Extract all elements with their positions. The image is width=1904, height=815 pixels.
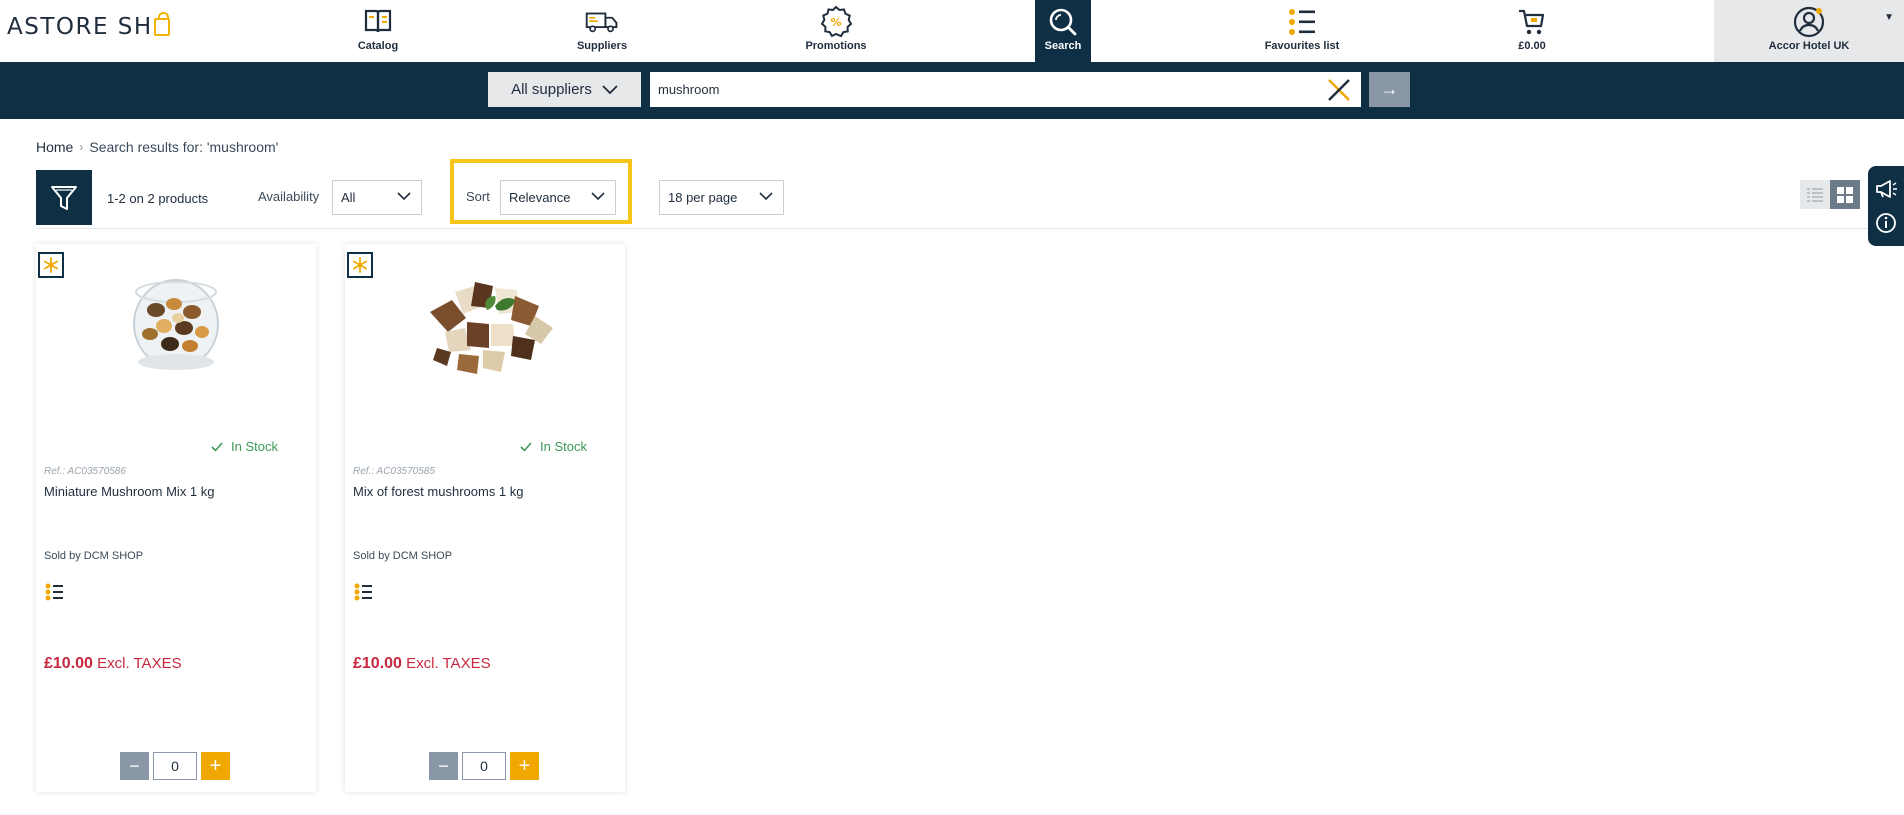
nav-catalog-label: Catalog <box>357 40 399 52</box>
toolbar-divider <box>36 228 1869 229</box>
product-ref: Ref.: AC03570585 <box>353 466 435 477</box>
list-view-icon <box>1807 187 1823 202</box>
search-input[interactable] <box>650 72 1361 107</box>
quantity-input[interactable] <box>462 752 506 780</box>
nav-catalog[interactable]: Catalog <box>338 0 418 62</box>
cart-icon <box>1515 5 1549 39</box>
info-icon[interactable] <box>1875 212 1897 234</box>
frozen-snowflake-icon <box>347 252 373 278</box>
product-card[interactable]: In Stock Ref.: AC03570585 Mix of forest … <box>345 244 625 792</box>
nav-favourites-label: Favourites list <box>1264 40 1340 52</box>
search-submit-button[interactable]: → <box>1369 72 1410 107</box>
nav-search[interactable]: Search <box>1035 0 1091 62</box>
side-tab <box>1868 166 1904 246</box>
account-menu[interactable]: Accor Hotel UK ▼ <box>1714 0 1904 62</box>
list-icon <box>45 583 63 601</box>
increase-quantity-button[interactable]: + <box>201 752 230 780</box>
per-page-value: 18 per page <box>668 190 738 205</box>
availability-label: Availability <box>258 189 320 204</box>
availability-value: All <box>341 190 356 205</box>
sort-label: Sort <box>466 189 490 204</box>
nav-favourites[interactable]: Favourites list <box>1252 0 1352 62</box>
supplier-select[interactable]: All suppliers <box>488 72 641 107</box>
stock-status: In Stock <box>520 439 587 454</box>
nav-promotions[interactable]: % Promotions <box>796 0 876 62</box>
cart-total: £0.00 <box>1518 40 1546 52</box>
sort-select[interactable]: Relevance <box>500 180 616 215</box>
product-image[interactable] <box>66 252 286 392</box>
increase-quantity-button[interactable]: + <box>510 752 539 780</box>
list-icon <box>354 583 372 601</box>
grid-view-button[interactable] <box>1830 180 1860 209</box>
search-icon <box>1046 5 1080 39</box>
svg-text:%: % <box>830 16 841 29</box>
price-suffix: Excl. TAXES <box>97 655 182 672</box>
price-amount: £10.00 <box>353 655 402 672</box>
product-seller: Sold by DCM SHOP <box>353 550 453 562</box>
brand-logo[interactable]: ASTORE SH <box>7 12 171 40</box>
quantity-stepper: − + <box>429 752 539 780</box>
quantity-input[interactable] <box>153 752 197 780</box>
nav-promotions-label: Promotions <box>805 40 867 52</box>
add-to-favourites-button[interactable] <box>44 582 66 604</box>
stock-label: In Stock <box>231 439 278 454</box>
caret-down-icon: ▼ <box>1884 12 1894 23</box>
chevron-down-icon <box>591 192 605 201</box>
megaphone-icon[interactable] <box>1874 179 1898 199</box>
product-price: £10.00 Excl. TAXES <box>44 655 182 673</box>
frozen-snowflake-icon <box>38 252 64 278</box>
product-card[interactable]: In Stock Ref.: AC03570586 Miniature Mush… <box>36 244 316 792</box>
account-name: Accor Hotel UK <box>1768 40 1850 52</box>
product-ref: Ref.: AC03570586 <box>44 466 126 477</box>
result-count: 1-2 on 2 products <box>107 191 209 206</box>
stock-status: In Stock <box>211 439 278 454</box>
product-image[interactable] <box>375 252 595 392</box>
grid-view-icon <box>1837 186 1853 203</box>
nav-suppliers-label: Suppliers <box>576 40 628 52</box>
decrease-quantity-button[interactable]: − <box>120 752 149 780</box>
funnel-icon <box>51 185 77 210</box>
nav-search-label: Search <box>1044 40 1082 52</box>
check-icon <box>520 441 532 452</box>
arrow-right-icon: → <box>1380 79 1399 99</box>
book-icon <box>361 5 395 39</box>
chevron-down-icon <box>759 192 773 201</box>
close-icon <box>1328 79 1350 101</box>
list-icon <box>1285 5 1319 39</box>
price-suffix: Excl. TAXES <box>406 655 491 672</box>
breadcrumb-home[interactable]: Home <box>36 139 73 155</box>
logo-text: ASTORE SH <box>7 14 153 40</box>
nav-suppliers[interactable]: Suppliers <box>562 0 642 62</box>
nav-cart[interactable]: £0.00 <box>1502 0 1562 62</box>
product-seller: Sold by DCM SHOP <box>44 550 144 562</box>
price-amount: £10.00 <box>44 655 93 672</box>
breadcrumb-current: Search results for: 'mushroom' <box>89 139 279 155</box>
search-bar: All suppliers → <box>0 62 1904 119</box>
chevron-down-icon <box>602 84 618 94</box>
per-page-select[interactable]: 18 per page <box>659 180 784 215</box>
chevron-down-icon <box>397 192 411 201</box>
percent-badge-icon: % <box>819 5 853 39</box>
list-view-button[interactable] <box>1800 180 1830 209</box>
truck-icon <box>585 5 619 39</box>
availability-select[interactable]: All <box>332 180 422 215</box>
product-name[interactable]: Mix of forest mushrooms 1 kg <box>353 484 524 499</box>
add-to-favourites-button[interactable] <box>353 582 375 604</box>
supplier-select-value: All suppliers <box>511 81 592 98</box>
stock-label: In Stock <box>540 439 587 454</box>
check-icon <box>211 441 223 452</box>
clear-search-button[interactable] <box>1326 77 1352 103</box>
user-icon <box>1792 5 1826 39</box>
product-price: £10.00 Excl. TAXES <box>353 655 491 673</box>
breadcrumb: Home › Search results for: 'mushroom' <box>36 139 278 155</box>
shopping-bag-icon <box>153 12 170 36</box>
chevron-right-icon: › <box>79 140 84 154</box>
top-navigation: ASTORE SH Catalog Suppliers % Promotions… <box>0 0 1904 62</box>
filter-button[interactable] <box>36 170 92 225</box>
quantity-stepper: − + <box>120 752 230 780</box>
product-name[interactable]: Miniature Mushroom Mix 1 kg <box>44 484 215 499</box>
sort-value: Relevance <box>509 190 571 205</box>
decrease-quantity-button[interactable]: − <box>429 752 458 780</box>
